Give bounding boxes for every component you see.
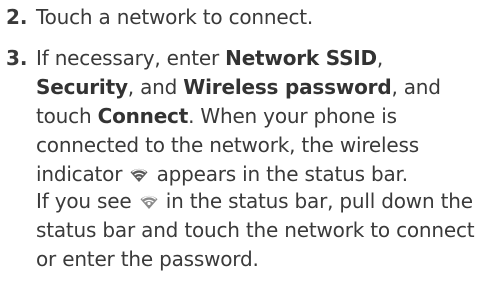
- network-ssid-term: Network SSID: [225, 46, 377, 70]
- status-bar-note: If you see in the status bar, pull down …: [36, 187, 486, 274]
- connect-term: Connect: [97, 104, 189, 128]
- text-segment: ,: [376, 46, 384, 70]
- security-term: Security: [36, 75, 128, 99]
- manual-page: 2. Touch a network to connect. 3. If nec…: [0, 0, 490, 281]
- text-segment: If necessary, enter: [36, 46, 226, 70]
- step-3: 3. If necessary, enter Network SSID, Sec…: [6, 44, 484, 189]
- step-number: 3.: [6, 46, 28, 70]
- wifi-connected-icon: [130, 168, 148, 182]
- text-segment: If you see: [36, 189, 138, 213]
- step-text: If necessary, enter Network SSID, Securi…: [36, 44, 484, 189]
- step-number: 2.: [6, 5, 28, 29]
- text-segment: appears in the status bar.: [150, 162, 408, 186]
- step-text: Touch a network to connect.: [36, 5, 314, 29]
- wifi-available-icon: [140, 195, 158, 209]
- text-segment: , and: [127, 75, 184, 99]
- wireless-password-term: Wireless password: [183, 75, 392, 99]
- step-2: 2. Touch a network to connect.: [6, 3, 484, 32]
